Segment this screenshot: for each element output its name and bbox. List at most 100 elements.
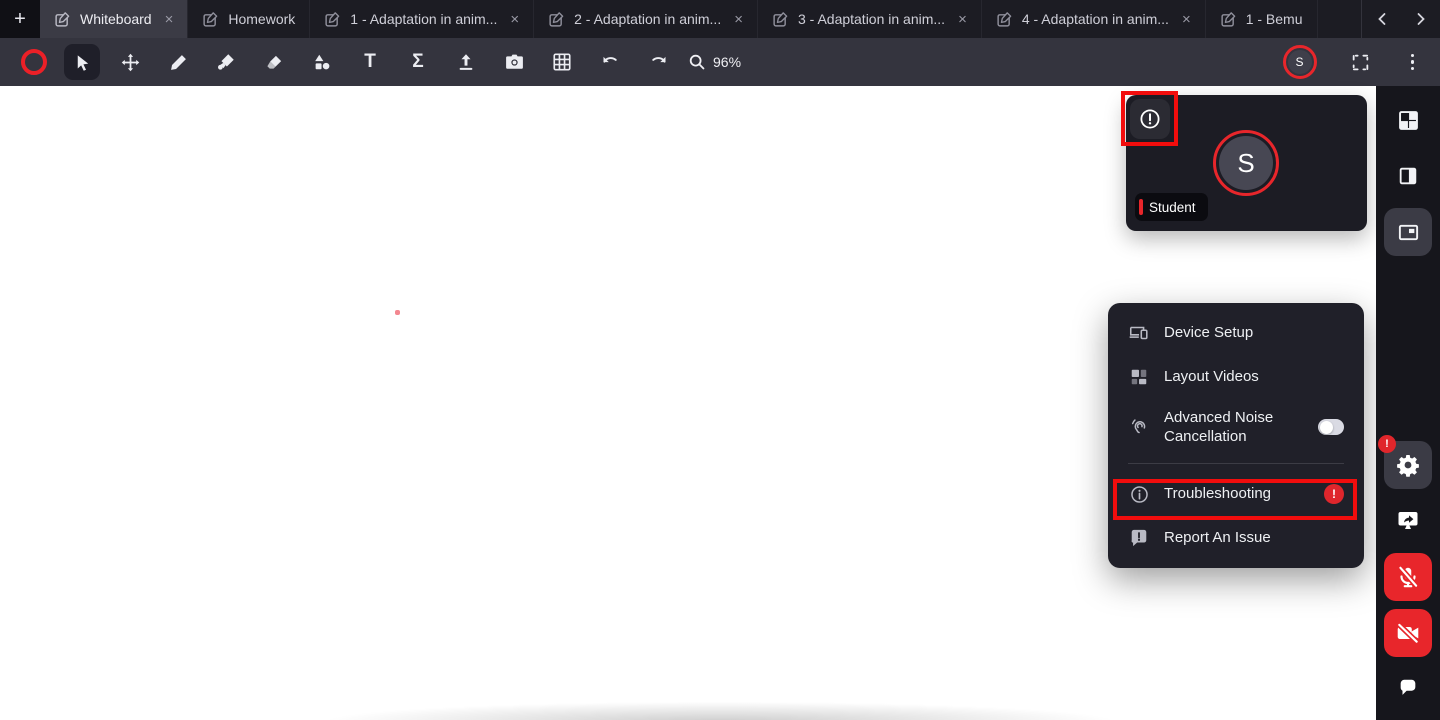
layout-pip-button[interactable] xyxy=(1384,208,1432,256)
tab-bemu[interactable]: 1 - Bemu xyxy=(1206,0,1318,38)
menu-item-layout-videos[interactable]: Layout Videos xyxy=(1108,355,1364,399)
record-icon xyxy=(21,49,47,75)
equation-tool-button[interactable]: Σ xyxy=(400,44,436,80)
scroll-tabs-left-button[interactable] xyxy=(1362,0,1401,38)
scroll-tabs-right-button[interactable] xyxy=(1401,0,1440,38)
kebab-icon xyxy=(1411,54,1415,58)
close-tab-icon[interactable]: × xyxy=(1182,12,1191,27)
pen-icon xyxy=(169,53,188,72)
layout-grid-button[interactable] xyxy=(1386,98,1430,142)
eraser-icon xyxy=(265,53,284,72)
user-avatar-button[interactable]: S xyxy=(1283,45,1317,79)
participant-name: Student xyxy=(1149,200,1196,215)
tab-adaptation-2[interactable]: 2 - Adaptation in anim... × xyxy=(534,0,758,38)
move-tool-button[interactable] xyxy=(112,44,148,80)
grid-icon xyxy=(552,52,572,72)
edit-document-icon xyxy=(324,11,341,28)
camera-icon xyxy=(504,52,525,73)
close-tab-icon[interactable]: × xyxy=(510,12,519,27)
add-tab-button[interactable]: + xyxy=(0,0,40,38)
edit-document-icon xyxy=(548,11,565,28)
redo-button[interactable] xyxy=(640,44,676,80)
speaking-indicator-ring: S xyxy=(1213,130,1279,196)
microphone-mute-button[interactable] xyxy=(1384,553,1432,601)
tab-label: Whiteboard xyxy=(80,11,152,27)
zoom-magnifier-icon xyxy=(688,53,706,71)
fullscreen-icon xyxy=(1351,53,1370,72)
tab-homework[interactable]: Homework xyxy=(188,0,310,38)
noise-cancellation-icon xyxy=(1128,417,1150,438)
more-options-button[interactable] xyxy=(1405,48,1421,77)
tab-label: 1 - Bemu xyxy=(1246,11,1303,27)
tab-adaptation-4[interactable]: 4 - Adaptation in anim... × xyxy=(982,0,1206,38)
tab-whiteboard[interactable]: Whiteboard × xyxy=(40,0,188,38)
zoom-control[interactable]: 96% xyxy=(688,53,741,71)
participant-avatar: S xyxy=(1219,136,1273,190)
pointer-icon xyxy=(73,53,92,72)
virtual-classroom-app: + Whiteboard × Homework 1 - Adaptation xyxy=(0,0,1440,720)
toolbar-right-group: S xyxy=(1283,44,1421,80)
camera-mute-button[interactable] xyxy=(1384,609,1432,657)
shapes-tool-button[interactable] xyxy=(304,44,340,80)
chevron-right-icon xyxy=(1415,12,1427,26)
menu-item-label: Report An Issue xyxy=(1164,528,1344,548)
participant-name-badge: Student xyxy=(1135,193,1208,221)
tab-label: 2 - Adaptation in anim... xyxy=(574,11,721,27)
eraser-tool-button[interactable] xyxy=(256,44,292,80)
move-icon xyxy=(120,52,141,73)
menu-item-label: Advanced Noise Cancellation xyxy=(1164,408,1304,447)
menu-item-device-setup[interactable]: Device Setup xyxy=(1108,311,1364,355)
camera-snapshot-button[interactable] xyxy=(496,44,532,80)
menu-item-report-issue[interactable]: Report An Issue xyxy=(1108,516,1364,560)
zoom-level-value: 96% xyxy=(713,54,741,70)
close-tab-icon[interactable]: × xyxy=(734,12,743,27)
audio-level-icon xyxy=(1139,199,1143,215)
screenshare-button[interactable] xyxy=(1386,498,1430,542)
grid-layout-icon xyxy=(1397,109,1420,132)
menu-item-noise-cancellation[interactable]: Advanced Noise Cancellation xyxy=(1108,399,1364,455)
grid-tool-button[interactable] xyxy=(544,44,580,80)
student-video-tile[interactable]: S Student xyxy=(1126,95,1367,231)
tab-adaptation-1[interactable]: 1 - Adaptation in anim... × xyxy=(310,0,534,38)
edit-document-icon xyxy=(202,11,219,28)
tabs-strip: Whiteboard × Homework 1 - Adaptation in … xyxy=(40,0,1361,38)
settings-button[interactable]: ! xyxy=(1384,441,1432,489)
pen-tool-button[interactable] xyxy=(160,44,196,80)
report-issue-icon xyxy=(1128,528,1150,548)
tab-adaptation-3[interactable]: 3 - Adaptation in anim... × xyxy=(758,0,982,38)
close-tab-icon[interactable]: × xyxy=(165,12,174,27)
undo-icon xyxy=(600,52,621,73)
pointer-tool-button[interactable] xyxy=(64,44,100,80)
screenshare-icon xyxy=(1396,508,1420,532)
whiteboard-toolbar: T Σ 96% S xyxy=(0,38,1440,86)
alert-circle-icon xyxy=(1138,107,1162,131)
edit-document-icon xyxy=(772,11,789,28)
close-tab-icon[interactable]: × xyxy=(958,12,967,27)
text-tool-button[interactable]: T xyxy=(352,44,388,80)
tab-bar: + Whiteboard × Homework 1 - Adaptation xyxy=(0,0,1440,38)
chat-button[interactable] xyxy=(1386,666,1430,710)
redo-icon xyxy=(648,52,669,73)
tab-label: 3 - Adaptation in anim... xyxy=(798,11,945,27)
tab-label: Homework xyxy=(228,11,295,27)
text-tool-icon: T xyxy=(364,51,376,73)
menu-item-troubleshooting[interactable]: Troubleshooting ! xyxy=(1108,472,1364,516)
marker-tool-button[interactable] xyxy=(208,44,244,80)
marker-icon xyxy=(216,52,236,72)
layout-sidebar-button[interactable] xyxy=(1386,154,1430,198)
call-controls-sidebar: ! xyxy=(1376,86,1440,720)
fullscreen-button[interactable] xyxy=(1343,44,1379,80)
record-button[interactable] xyxy=(16,44,52,80)
connection-alert-button[interactable] xyxy=(1130,99,1170,139)
undo-button[interactable] xyxy=(592,44,628,80)
camera-off-icon xyxy=(1395,620,1421,646)
gear-icon xyxy=(1396,453,1420,477)
menu-item-label: Layout Videos xyxy=(1164,367,1344,387)
chevron-left-icon xyxy=(1376,12,1388,26)
upload-button[interactable] xyxy=(448,44,484,80)
settings-alert-badge: ! xyxy=(1378,435,1396,453)
menu-item-label: Troubleshooting xyxy=(1164,484,1310,504)
picture-in-picture-icon xyxy=(1397,221,1420,244)
tab-label: 1 - Adaptation in anim... xyxy=(350,11,497,27)
noise-cancellation-toggle[interactable] xyxy=(1318,419,1344,435)
